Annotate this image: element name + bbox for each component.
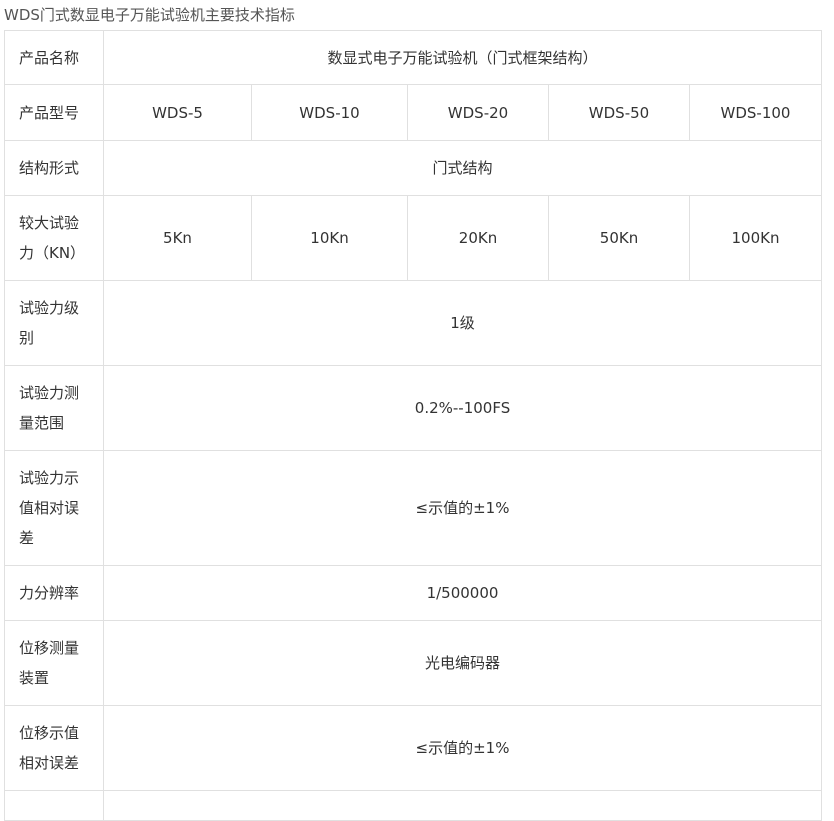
cell-value: 数显式电子万能试验机（门式框架结构） bbox=[102, 30, 823, 85]
table-row-max-force: 较大试验力（KN） 5Kn 10Kn 20Kn 50Kn 100Kn bbox=[4, 195, 823, 281]
row-label: 位移示值相对误差 bbox=[4, 705, 104, 791]
row-label: 力分辨率 bbox=[4, 565, 104, 621]
table-row-displacement-error: 位移示值相对误差 ≤示值的±1% bbox=[4, 705, 823, 791]
cell-value: WDS-50 bbox=[548, 84, 690, 141]
page-title: WDS门式数显电子万能试验机主要技术指标 bbox=[4, 6, 295, 24]
table-row-structure: 结构形式 门式结构 bbox=[4, 140, 823, 196]
table-row-force-error: 试验力示值相对误差 ≤示值的±1% bbox=[4, 450, 823, 566]
table-row-displacement-device: 位移测量装置 光电编码器 bbox=[4, 620, 823, 706]
table-row-force-range: 试验力测量范围 0.2%--100FS bbox=[4, 365, 823, 451]
table-row-product-name: 产品名称 数显式电子万能试验机（门式框架结构） bbox=[4, 30, 823, 85]
row-label: 试验力示值相对误差 bbox=[4, 450, 104, 566]
cell-value: 1/500000 bbox=[102, 565, 823, 621]
row-label: 产品型号 bbox=[4, 84, 104, 141]
spec-table: 产品名称 数显式电子万能试验机（门式框架结构） 产品型号 WDS-5 WDS-1… bbox=[4, 30, 823, 821]
row-label: 产品名称 bbox=[4, 30, 104, 85]
cell-value bbox=[102, 790, 823, 821]
row-label: 较大试验力（KN） bbox=[4, 195, 104, 281]
row-label bbox=[4, 790, 104, 821]
table-row-model: 产品型号 WDS-5 WDS-10 WDS-20 WDS-50 WDS-100 bbox=[4, 84, 823, 141]
cell-value: 1级 bbox=[102, 280, 823, 366]
cell-value: WDS-5 bbox=[103, 84, 252, 141]
cell-value: WDS-100 bbox=[688, 84, 823, 141]
cell-value: 光电编码器 bbox=[102, 620, 823, 706]
cell-value: 50Kn bbox=[548, 195, 690, 281]
row-label: 结构形式 bbox=[4, 140, 104, 196]
cell-value: 0.2%--100FS bbox=[102, 365, 823, 451]
cell-value: 5Kn bbox=[103, 195, 252, 281]
row-label: 试验力级别 bbox=[4, 280, 104, 366]
row-label: 位移测量装置 bbox=[4, 620, 104, 706]
cell-value: 100Kn bbox=[688, 195, 823, 281]
cell-value: WDS-20 bbox=[407, 84, 549, 141]
cell-value: 20Kn bbox=[407, 195, 549, 281]
cell-value: WDS-10 bbox=[251, 84, 408, 141]
cell-value: ≤示值的±1% bbox=[102, 450, 823, 566]
table-row-force-class: 试验力级别 1级 bbox=[4, 280, 823, 366]
cell-value: 门式结构 bbox=[102, 140, 823, 196]
cell-value: ≤示值的±1% bbox=[102, 705, 823, 791]
table-row-partial bbox=[4, 790, 823, 821]
table-row-force-resolution: 力分辨率 1/500000 bbox=[4, 565, 823, 621]
row-label: 试验力测量范围 bbox=[4, 365, 104, 451]
cell-value: 10Kn bbox=[251, 195, 408, 281]
